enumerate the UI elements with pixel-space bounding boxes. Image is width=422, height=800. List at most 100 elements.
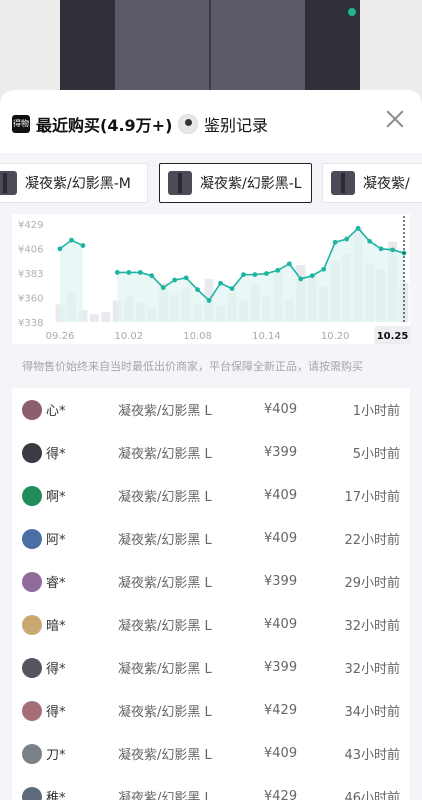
purchase-price: ¥409 <box>264 531 298 546</box>
buyer-name: 刀* <box>46 748 66 763</box>
tab-auth-label: 鉴别记录 <box>204 116 269 135</box>
data-point <box>264 271 269 276</box>
jacket-thumb-icon <box>0 171 17 195</box>
purchase-sku: 凝夜紫/幻影黑 L <box>118 705 212 720</box>
data-point <box>183 275 189 281</box>
sheet-header: 得物 最近购买(4.9万+) 鉴别记录 <box>0 90 422 153</box>
data-point <box>390 247 395 253</box>
series-area <box>60 240 83 322</box>
sku-chip-label: 凝夜紫/幻影黑-M <box>25 176 131 192</box>
purchase-row[interactable]: 得* 凝夜紫/幻影黑 L ¥399 5小时前 <box>12 431 410 474</box>
sku-chip-l[interactable]: 凝夜紫/幻影黑-L <box>159 163 312 203</box>
purchase-price: ¥409 <box>264 488 298 503</box>
data-point <box>241 272 246 278</box>
y-tick-label: ¥406 <box>18 245 43 256</box>
purchase-row[interactable]: 心* 凝夜紫/幻影黑 L ¥409 1小时前 <box>12 388 410 431</box>
purchase-row[interactable]: 睿* 凝夜紫/幻影黑 L ¥399 29小时前 <box>12 560 410 603</box>
data-point <box>206 298 212 303</box>
purchase-row[interactable]: 得* 凝夜紫/幻影黑 L ¥399 32小时前 <box>12 646 410 689</box>
price-chart-svg: ¥429 ¥406 ¥383 ¥360 ¥33809.26 10.02 10.08 10.14… <box>12 214 413 344</box>
auth-avatar-icon <box>178 114 198 134</box>
buyer-name: 啊* <box>46 490 66 505</box>
data-point <box>309 273 315 279</box>
price-trend-chart: ¥429 ¥406 ¥383 ¥360 ¥338 09.26 10.02 10.08 10.14… <box>12 214 413 344</box>
purchase-sku: 凝夜紫/幻影黑 L <box>118 533 212 548</box>
avatar <box>22 700 42 721</box>
x-tick-label: 10.25 <box>377 331 409 342</box>
purchase-time: 32小时前 <box>344 662 400 677</box>
avatar <box>22 786 42 800</box>
purchase-sku: 凝夜紫/幻影黑 L <box>118 619 212 634</box>
x-tick-label: 09.26 <box>46 331 75 342</box>
close-icon[interactable] <box>384 108 406 130</box>
purchase-sku: 凝夜紫/幻影黑 L <box>118 576 212 591</box>
purchase-row[interactable]: 稚* 凝夜紫/幻影黑 L ¥429 46小时前 <box>12 775 410 800</box>
purchase-price: ¥399 <box>264 445 298 460</box>
x-tick-label: 10.08 <box>183 331 212 342</box>
purchase-time: 22小时前 <box>344 533 400 548</box>
purchase-sheet: 得物 最近购买(4.9万+) 鉴别记录 凝夜紫/幻影黑-M 凝夜紫/幻影黑-L … <box>0 90 422 800</box>
data-point <box>367 238 372 244</box>
sku-chip-label: 凝夜紫/ <box>363 176 410 192</box>
data-point <box>160 285 166 290</box>
data-point <box>69 237 74 243</box>
sku-chip-label: 凝夜紫/幻影黑-L <box>200 176 302 192</box>
avatar <box>22 614 42 635</box>
x-tick-label: 10.14 <box>252 331 281 342</box>
purchase-time: 46小时前 <box>344 791 400 800</box>
data-point <box>378 246 384 252</box>
avatar <box>22 485 42 506</box>
tab-recent-purchases[interactable]: 得物 最近购买(4.9万+) <box>12 112 172 136</box>
purchase-sku: 凝夜紫/幻影黑 L <box>118 404 212 419</box>
purchase-row[interactable]: 刀* 凝夜紫/幻影黑 L ¥409 43小时前 <box>12 732 410 775</box>
y-tick-label: ¥383 <box>18 269 43 280</box>
data-point <box>218 280 223 286</box>
avatar <box>22 657 42 678</box>
brand-dot <box>348 8 356 16</box>
purchase-time: 32小时前 <box>344 619 400 634</box>
sku-selector: 凝夜紫/幻影黑-M 凝夜紫/幻影黑-L 凝夜紫/ <box>0 163 422 205</box>
sku-chip-next[interactable]: 凝夜紫/ <box>322 163 422 203</box>
volume-bar <box>101 312 111 322</box>
data-point <box>80 243 86 248</box>
purchase-row[interactable]: 得* 凝夜紫/幻影黑 L ¥429 34小时前 <box>12 689 410 732</box>
purchase-row[interactable]: 阿* 凝夜紫/幻影黑 L ¥409 22小时前 <box>12 517 410 560</box>
data-point <box>195 287 201 293</box>
jacket-thumb-icon <box>331 171 355 195</box>
data-point <box>286 261 292 267</box>
purchase-price: ¥409 <box>264 746 298 761</box>
data-point <box>355 225 361 231</box>
sku-chip-m[interactable]: 凝夜紫/幻影黑-M <box>0 163 148 203</box>
purchase-sku: 凝夜紫/幻影黑 L <box>118 490 212 505</box>
tab-recent-label: 最近购买(4.9万+) <box>36 116 173 135</box>
data-point <box>298 276 304 282</box>
purchase-time: 5小时前 <box>352 447 400 462</box>
y-tick-label: ¥360 <box>18 294 43 305</box>
buyer-name: 心* <box>46 404 66 419</box>
buyer-name: 得* <box>46 447 66 462</box>
purchase-list: 心* 凝夜紫/幻影黑 L ¥409 1小时前 得* 凝夜紫/幻影黑 L ¥399 5小时前 啊*… <box>12 388 410 800</box>
purchase-time: 43小时前 <box>344 748 400 763</box>
tab-authentication-records[interactable]: 鉴别记录 <box>178 112 268 136</box>
volume-bar <box>89 314 99 322</box>
y-tick-label: ¥338 <box>18 318 43 329</box>
avatar <box>22 743 42 764</box>
y-tick-label: ¥429 <box>18 220 43 231</box>
data-point <box>229 286 235 292</box>
data-point <box>252 272 258 278</box>
avatar <box>22 528 42 549</box>
purchase-sku: 凝夜紫/幻影黑 L <box>118 447 212 462</box>
x-tick-label: 10.20 <box>321 331 350 342</box>
buyer-name: 得* <box>46 705 66 720</box>
purchase-row[interactable]: 啊* 凝夜紫/幻影黑 L ¥409 17小时前 <box>12 474 410 517</box>
price-disclaimer: 得物售价始终来自当时最低出价商家，平台保障全新正品，请按需购买 <box>22 360 363 373</box>
buyer-name: 暗* <box>46 619 66 634</box>
jacket-thumb-icon <box>168 171 192 195</box>
data-point <box>275 267 281 273</box>
purchase-sku: 凝夜紫/幻影黑 L <box>118 791 212 800</box>
purchase-price: ¥429 <box>264 703 298 718</box>
buyer-name: 睿* <box>46 576 66 591</box>
purchase-price: ¥399 <box>264 660 298 675</box>
dewu-logo-icon: 得物 <box>12 115 30 133</box>
purchase-row[interactable]: 暗* 凝夜紫/幻影黑 L ¥409 32小时前 <box>12 603 410 646</box>
